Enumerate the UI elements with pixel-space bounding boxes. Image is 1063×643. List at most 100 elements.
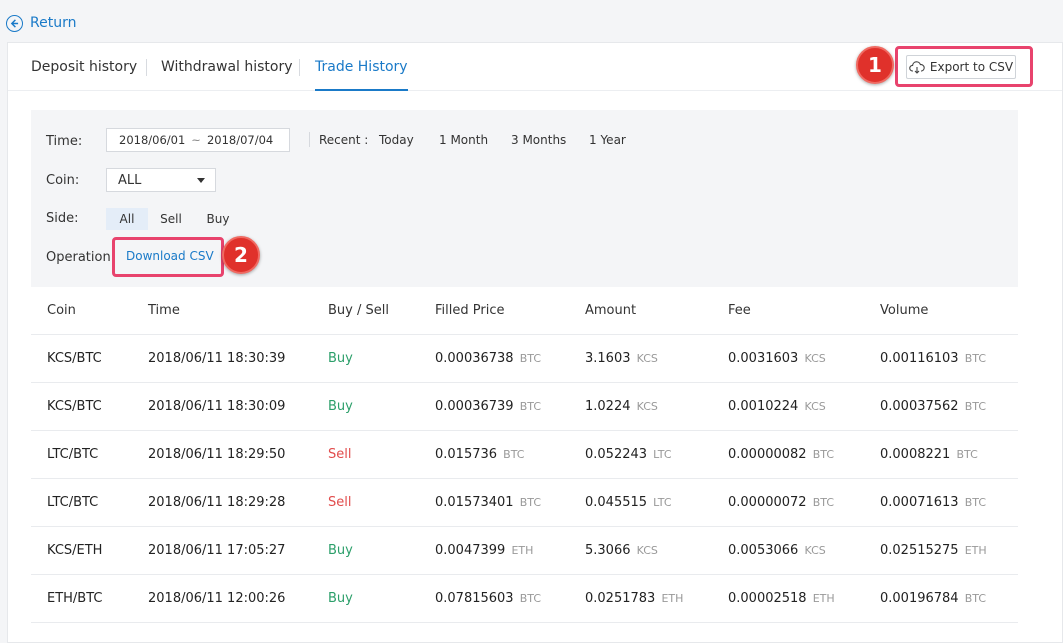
unit: BTC — [956, 448, 978, 461]
date-start: 2018/06/01 — [119, 133, 186, 147]
value: 0.00037562 — [880, 399, 959, 414]
cell-side: Buy — [328, 526, 435, 575]
value: 1.0224 — [585, 399, 631, 414]
unit: LTC — [653, 496, 672, 509]
cell-volume: 0.00071613 BTC — [880, 478, 1018, 527]
unit: BTC — [519, 400, 542, 413]
cell-coin: LTC/BTC — [31, 478, 148, 527]
unit: KCS — [804, 400, 826, 413]
unit: KCS — [636, 400, 658, 413]
value: 0.00196784 — [880, 591, 959, 606]
column-header-time: Time — [148, 287, 328, 335]
value: 0.0031603 — [728, 351, 799, 366]
cell-volume: 0.02515275 ETH — [880, 526, 1018, 575]
operation-label: Operation: — [46, 250, 116, 265]
unit: KCS — [636, 352, 658, 365]
column-header-filled-price: Filled Price — [435, 287, 585, 335]
recent-1-year[interactable]: 1 Year — [589, 133, 626, 147]
unit: ETH — [661, 592, 684, 605]
recent-1-month[interactable]: 1 Month — [439, 133, 488, 147]
chevron-down-icon — [197, 177, 205, 183]
cell-side: Buy — [328, 382, 435, 431]
unit: BTC — [519, 496, 542, 509]
table-row: LTC/BTC 2018/06/11 18:29:28 Sell 0.01573… — [31, 478, 1018, 527]
cell-amount: 0.045515 LTC — [585, 478, 728, 527]
cell-filled-price: 0.00036738 BTC — [435, 334, 585, 383]
cell-filled-price: 0.0047399 ETH — [435, 526, 585, 575]
tab-divider — [299, 59, 300, 76]
tab-withdrawal-history[interactable]: Withdrawal history — [161, 59, 293, 89]
cell-filled-price: 0.015736 BTC — [435, 430, 585, 479]
unit: ETH — [812, 592, 835, 605]
cell-time: 2018/06/11 18:29:28 — [148, 478, 328, 527]
cell-amount: 3.1603 KCS — [585, 334, 728, 383]
cell-filled-price: 0.01573401 BTC — [435, 478, 585, 527]
unit: BTC — [964, 400, 987, 413]
cell-coin: KCS/BTC — [31, 334, 148, 383]
download-highlight-box — [112, 237, 224, 277]
unit: BTC — [812, 448, 835, 461]
value: 0.01573401 — [435, 495, 514, 510]
unit: KCS — [804, 352, 826, 365]
recent-divider — [309, 132, 310, 147]
trade-history-table: Coin Time Buy / Sell Filled Price Amount… — [31, 287, 1018, 623]
value: 0.052243 — [585, 447, 648, 462]
value: 0.015736 — [435, 447, 498, 462]
history-card: Deposit history Withdrawal history Trade… — [7, 42, 1063, 643]
cell-coin: KCS/ETH — [31, 526, 148, 575]
export-highlight-box — [895, 46, 1033, 87]
cell-volume: 0.00037562 BTC — [880, 382, 1018, 431]
value: 0.00000072 — [728, 495, 807, 510]
return-label: Return — [30, 15, 77, 31]
return-link[interactable]: Return — [6, 12, 76, 34]
tab-deposit-history[interactable]: Deposit history — [31, 59, 137, 89]
value: 0.0008221 — [880, 447, 951, 462]
recent-today[interactable]: Today — [379, 133, 414, 147]
side-option-sell[interactable]: Sell — [150, 208, 192, 230]
value: 0.00000082 — [728, 447, 807, 462]
unit: KCS — [804, 544, 826, 557]
value: 0.0251783 — [585, 591, 656, 606]
cell-amount: 5.3066 KCS — [585, 526, 728, 575]
unit: BTC — [812, 496, 835, 509]
value: 0.07815603 — [435, 591, 514, 606]
value: 0.00036739 — [435, 399, 514, 414]
unit: BTC — [503, 448, 525, 461]
cell-amount: 1.0224 KCS — [585, 382, 728, 431]
value: 0.00071613 — [880, 495, 959, 510]
unit: BTC — [964, 496, 987, 509]
coin-select[interactable]: ALL — [106, 168, 216, 192]
cell-volume: 0.00196784 BTC — [880, 574, 1018, 623]
cell-side: Sell — [328, 430, 435, 479]
side-option-buy[interactable]: Buy — [197, 208, 239, 230]
value: 3.1603 — [585, 351, 631, 366]
unit: KCS — [636, 544, 658, 557]
cell-fee: 0.00002518 ETH — [728, 574, 880, 623]
value: 0.00036738 — [435, 351, 514, 366]
recent-label: Recent : — [319, 133, 369, 147]
side-option-all[interactable]: All — [106, 208, 148, 230]
column-header-side: Buy / Sell — [328, 287, 435, 335]
table-row: LTC/BTC 2018/06/11 18:29:50 Sell 0.01573… — [31, 430, 1018, 479]
cell-time: 2018/06/11 17:05:27 — [148, 526, 328, 575]
column-header-fee: Fee — [728, 287, 880, 335]
value: 5.3066 — [585, 543, 631, 558]
tab-trade-history[interactable]: Trade History — [315, 59, 408, 91]
unit: ETH — [964, 544, 987, 557]
time-label: Time: — [46, 134, 83, 149]
unit: BTC — [964, 592, 987, 605]
coin-label: Coin: — [46, 173, 80, 188]
unit: BTC — [964, 352, 987, 365]
cell-fee: 0.0010224 KCS — [728, 382, 880, 431]
cell-coin: LTC/BTC — [31, 430, 148, 479]
table-row: KCS/ETH 2018/06/11 17:05:27 Buy 0.004739… — [31, 526, 1018, 575]
table-row: KCS/BTC 2018/06/11 18:30:09 Buy 0.000367… — [31, 382, 1018, 431]
cell-time: 2018/06/11 12:00:26 — [148, 574, 328, 623]
date-end: 2018/07/04 — [206, 133, 274, 147]
cell-side: Buy — [328, 334, 435, 383]
recent-3-months[interactable]: 3 Months — [511, 133, 566, 147]
date-range-input[interactable]: 2018/06/01 ~ 2018/07/04 — [106, 128, 290, 152]
tab-divider — [146, 59, 147, 76]
column-header-coin: Coin — [31, 287, 148, 335]
table-header-row: Coin Time Buy / Sell Filled Price Amount… — [31, 287, 1018, 335]
